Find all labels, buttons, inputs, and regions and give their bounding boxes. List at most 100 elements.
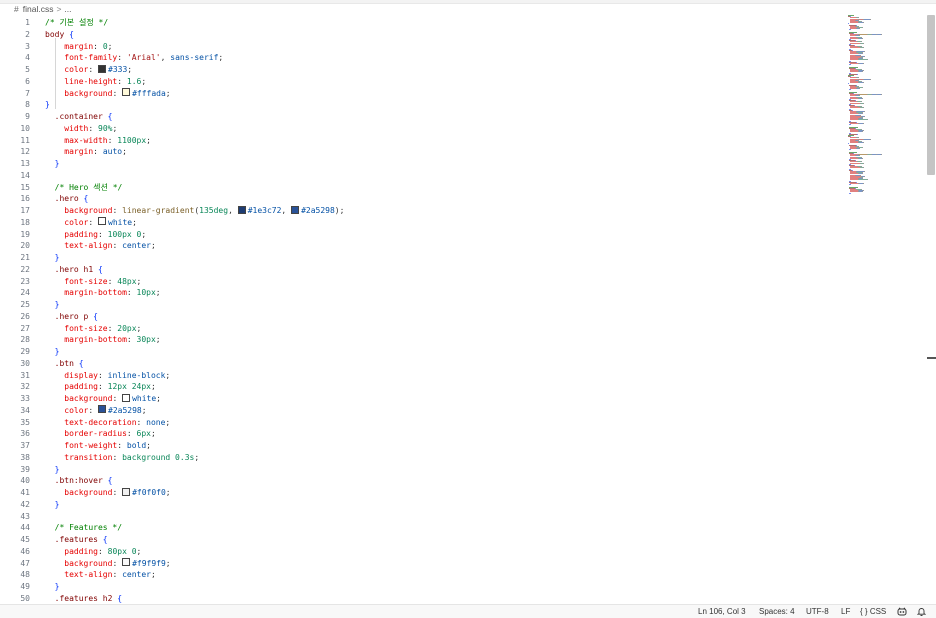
line-number: 34 [20, 405, 30, 415]
code-line[interactable]: .btn { [45, 358, 84, 370]
line-number: 44 [20, 523, 30, 533]
code-token: 6px [136, 429, 151, 439]
color-swatch[interactable] [98, 217, 106, 226]
code-line[interactable]: } [45, 252, 60, 264]
color-swatch[interactable] [122, 487, 131, 496]
code-token: ; [132, 217, 137, 227]
code-token: .hero h1 [45, 264, 98, 274]
breadcrumb-trail[interactable]: ... [64, 4, 71, 14]
code-line[interactable]: .container { [45, 111, 113, 123]
minimap-line [863, 175, 865, 177]
code-line[interactable]: } [45, 158, 60, 170]
code-token: 12px 24px [107, 382, 151, 392]
code-token: white [132, 394, 157, 403]
code-line[interactable]: background: white; [45, 393, 161, 405]
code-line[interactable]: .features { [45, 534, 108, 546]
code-line[interactable]: background: #f9f9f9; [45, 558, 171, 570]
code-token: ; [165, 488, 171, 497]
code-line[interactable]: text-align: center; [45, 569, 156, 581]
code-token: ; [141, 76, 147, 86]
code-line[interactable]: transition: background 0.3s; [45, 452, 199, 464]
code-token: ; [150, 241, 156, 251]
code-line[interactable]: border-radius: 6px; [45, 428, 156, 440]
code-line[interactable]: } [45, 464, 60, 476]
minimap[interactable] [848, 15, 928, 195]
code-line[interactable]: /* Hero 섹션 */ [45, 182, 123, 194]
code-line[interactable]: line-height: 1.6; [45, 76, 146, 88]
copilot-icon[interactable] [897, 605, 907, 618]
code-line[interactable]: padding: 80px 0; [45, 546, 141, 558]
code-line[interactable]: font-size: 48px; [45, 276, 141, 288]
minimap-line [869, 78, 871, 80]
color-swatch[interactable] [98, 405, 106, 414]
line-number: 7 [25, 88, 30, 98]
code-line[interactable]: display: inline-block; [45, 370, 170, 382]
code-line[interactable]: font-size: 20px; [45, 323, 141, 335]
code-line[interactable]: .hero h1 { [45, 264, 103, 276]
color-swatch[interactable] [98, 64, 106, 73]
line-number: 33 [20, 394, 30, 403]
code-line[interactable]: background: #fffada; [45, 88, 171, 100]
eol-setting[interactable]: LF [841, 605, 850, 618]
code-token: : [136, 417, 147, 427]
code-line[interactable]: margin-bottom: 10px; [45, 287, 160, 299]
code-line[interactable]: .hero { [45, 193, 89, 205]
code-line[interactable]: } [45, 581, 60, 593]
code-line[interactable]: } [45, 99, 50, 111]
code-line[interactable]: } [45, 299, 60, 311]
line-number: 24 [20, 288, 30, 298]
code-editor[interactable]: 1 2 3 4 5 6 7 8 9 10 11 12 13 14 15 16 17 18 19 20 21 22 23 24 2… [0, 15, 936, 604]
bell-icon[interactable] [916, 605, 927, 618]
line-number: 12 [20, 147, 30, 157]
code-line[interactable]: color: white; [45, 217, 137, 229]
braces-icon: { } [860, 607, 868, 616]
color-swatch[interactable] [122, 558, 131, 566]
cursor-position[interactable]: Ln 106, Col 3 [698, 605, 746, 618]
vertical-scrollbar[interactable] [927, 15, 935, 175]
code-token: : [112, 88, 123, 98]
color-swatch[interactable] [122, 88, 131, 96]
line-number: 39 [20, 464, 30, 474]
code-line[interactable]: } [45, 499, 60, 511]
code-token: 1.6 [126, 76, 142, 86]
code-line[interactable]: width: 90%; [45, 123, 117, 135]
code-line[interactable]: margin-bottom: 30px; [45, 334, 160, 346]
color-swatch[interactable] [237, 205, 246, 214]
code-token: ; [136, 323, 142, 333]
code-line[interactable]: max-width: 1100px; [45, 135, 151, 147]
indentation-setting[interactable]: Spaces: 4 [759, 605, 795, 618]
minimap-line [862, 102, 864, 104]
code-token: padding [45, 546, 98, 556]
code-line[interactable]: font-weight: bold; [45, 440, 151, 452]
code-line[interactable]: /* Features */ [45, 522, 122, 534]
code-line[interactable]: margin: auto; [45, 146, 127, 158]
code-line[interactable]: text-align: center; [45, 240, 156, 252]
breadcrumb-file[interactable]: final.css [23, 4, 54, 14]
line-number: 50 [20, 593, 30, 603]
color-swatch[interactable] [122, 393, 131, 402]
code-line[interactable]: font-family: 'Arial', sans-serif; [45, 52, 223, 64]
code-line[interactable]: .features h2 { [45, 593, 122, 604]
minimap-line [881, 94, 883, 96]
language-mode[interactable]: { } CSS [860, 605, 886, 618]
code-line[interactable]: .btn:hover { [45, 475, 113, 487]
code-line[interactable]: padding: 12px 24px; [45, 381, 156, 393]
code-line[interactable]: body { [45, 29, 74, 41]
code-line[interactable]: padding: 100px 0; [45, 229, 146, 241]
color-swatch[interactable] [291, 205, 300, 214]
code-token: : [97, 382, 108, 392]
code-line[interactable]: color: #2a5298; [45, 405, 147, 417]
code-line[interactable]: background: #f0f0f0; [45, 487, 171, 499]
encoding-setting[interactable]: UTF-8 [806, 605, 829, 618]
code-line[interactable]: background: linear-gradient(135deg, #1e3… [45, 205, 344, 217]
code-line[interactable]: color: #333; [45, 64, 132, 76]
code-line[interactable]: /* 기본 설정 */ [45, 17, 108, 29]
code-line[interactable]: .hero p { [45, 311, 98, 323]
code-token: .btn [45, 358, 79, 368]
code-token: padding [45, 382, 98, 392]
minimap-line [858, 179, 868, 181]
code-token: } [45, 159, 60, 168]
code-line[interactable]: } [45, 346, 60, 358]
code-line[interactable]: margin: 0; [45, 41, 112, 53]
code-line[interactable]: text-decoration: none; [45, 417, 170, 429]
